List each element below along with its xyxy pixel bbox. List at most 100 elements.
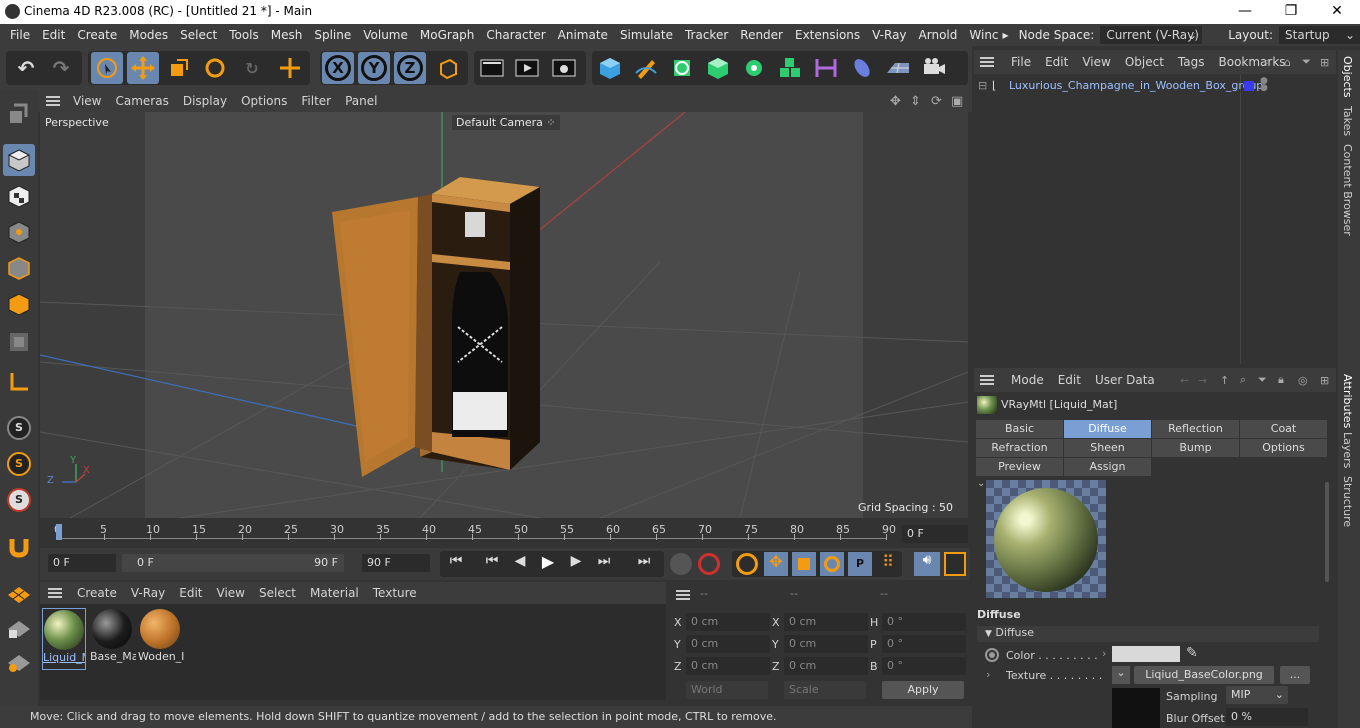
node-space-dropdown[interactable]: Current (V-Ray) ⌄ [1100,26,1203,44]
playhead[interactable] [56,524,62,540]
floor-icon[interactable] [882,52,914,84]
tab-sheen[interactable]: Sheen [1064,439,1152,457]
edges-mode-icon[interactable] [3,252,35,284]
make-editable-icon[interactable] [3,98,35,130]
tab-assign[interactable]: Assign [1064,458,1152,476]
menu-modes[interactable]: Modes [123,28,174,42]
objects-menu-tags[interactable]: Tags [1171,55,1212,69]
go-to-end-icon[interactable]: ⏭ [632,553,656,575]
position-y-field[interactable]: 0 cm [686,635,770,653]
target-icon[interactable]: ◎ [1298,374,1308,387]
points-mode-icon[interactable] [3,216,35,248]
position-x-field[interactable]: 0 cm [686,613,770,631]
locked-workplane-icon[interactable] [3,612,35,644]
key-scale-icon[interactable] [792,552,816,576]
menu-arnold[interactable]: Arnold [913,28,964,42]
planar-workplane-icon[interactable] [3,646,35,678]
current-frame-field[interactable]: 0 F [902,525,968,543]
render-view-icon[interactable] [476,52,508,84]
polygons-mode-icon[interactable] [3,288,35,320]
blur-offset-field[interactable]: 0 % [1226,708,1308,726]
field-icon[interactable] [846,52,878,84]
sidetab-takes[interactable]: Takes [1341,106,1354,136]
color-swatch[interactable] [1112,646,1180,662]
next-frame-icon[interactable]: ▶ [564,553,588,575]
record-active-icon[interactable] [670,553,692,575]
attributes-hamburger-icon[interactable] [980,375,994,385]
tab-options[interactable]: Options [1240,439,1328,457]
sidetab-structure[interactable]: Structure [1341,476,1354,527]
viewport-menu-display[interactable]: Display [176,94,234,108]
attributes-menu-edit[interactable]: Edit [1051,373,1088,387]
material-menu-view[interactable]: View [210,586,252,600]
next-key-icon[interactable]: ⏭ [592,553,616,575]
menu-render[interactable]: Render [734,28,789,42]
last-tool-icon[interactable]: ↻ [236,52,268,84]
tab-diffuse[interactable]: Diffuse [1064,420,1152,438]
material-menu-material[interactable]: Material [303,586,366,600]
x-axis-button[interactable]: X [322,52,354,84]
key-position-icon[interactable]: ✥ [764,552,788,576]
tab-reflection[interactable]: Reflection [1152,420,1240,438]
end-frame-field[interactable]: 90 F [362,554,430,572]
key-parameter-icon[interactable]: P [848,552,872,576]
viewport-menu-filter[interactable]: Filter [294,94,338,108]
tab-basic[interactable]: Basic [976,420,1064,438]
texture-mode-icon[interactable] [3,180,35,212]
tab-refraction[interactable]: Refraction [976,439,1064,457]
material-swatch[interactable]: Woden_I [138,608,184,670]
forward-arrow-icon[interactable]: → [1198,374,1207,387]
eyedropper-icon[interactable]: ✎ [1186,645,1198,661]
viewport-maximize-icon[interactable]: ▣ [951,94,963,109]
objects-menu-edit[interactable]: Edit [1038,55,1075,69]
lock-icon[interactable]: 🔒︎ [1278,373,1284,387]
menu-create[interactable]: Create [71,28,123,42]
color-animate-icon[interactable] [985,648,999,662]
render-settings-icon[interactable] [548,52,580,84]
subsection-header[interactable]: ▼ Diffuse [977,626,1319,642]
expand-color-icon[interactable]: › [1102,647,1106,660]
viewport-menu-panel[interactable]: Panel [338,94,384,108]
menu-select[interactable]: Select [174,28,223,42]
add-object-icon[interactable] [274,52,306,84]
filter-icon[interactable]: ⏷ [1302,55,1311,69]
material-menu-vray[interactable]: V-Ray [124,586,172,600]
texture-more-button[interactable]: ... [1280,666,1310,684]
size-z-field[interactable]: 0 cm [784,657,868,675]
menu-mesh[interactable]: Mesh [265,28,309,42]
rotation-h-field[interactable]: 0 ° [882,613,966,631]
home-icon[interactable]: ⌂ [1284,56,1291,69]
play-icon[interactable]: ▶ [536,552,560,574]
camera-icon[interactable] [918,52,950,84]
viewport-zoom-icon[interactable]: ⇕ [910,94,921,109]
material-menu-create[interactable]: Create [70,586,124,600]
coords-hamburger-icon[interactable] [676,590,690,600]
minimize-button[interactable]: — [1222,0,1268,24]
menu-file[interactable]: File [4,28,36,42]
quantize-icon[interactable]: S [3,484,35,516]
menu-overflow-icon[interactable]: ▸ [999,28,1013,42]
live-selection-icon[interactable] [91,52,123,84]
expand-texture-icon[interactable]: › [986,668,990,681]
menu-extensions[interactable]: Extensions [789,28,866,42]
expand-icon[interactable]: ⊟ [978,79,987,92]
search-icon[interactable]: ⌕ [1240,373,1246,387]
up-arrow-icon[interactable]: ↑ [1220,374,1229,387]
viewport-hamburger-icon[interactable] [46,96,60,106]
maximize-button[interactable]: ❐ [1268,0,1314,24]
cube-icon[interactable] [594,52,626,84]
snap-icon[interactable]: S [3,412,35,444]
frame-range-slider[interactable]: 0 F 90 F [122,554,344,572]
pen-icon[interactable] [630,52,662,84]
texture-dropdown[interactable]: ⌄ [1112,666,1130,684]
tab-bump[interactable]: Bump [1152,439,1240,457]
new-panel-icon[interactable]: ⊞ [1320,56,1329,69]
apply-button[interactable]: Apply [882,681,964,699]
coordinate-system-icon[interactable] [432,52,464,84]
filter-icon[interactable]: ⏷ [1258,373,1267,387]
scale-tool-icon[interactable] [163,52,195,84]
viewport-menu-view[interactable]: View [66,94,108,108]
world-dropdown[interactable]: World [686,681,768,699]
material-hamburger-icon[interactable] [48,588,62,598]
tab-coat[interactable]: Coat [1240,420,1328,438]
